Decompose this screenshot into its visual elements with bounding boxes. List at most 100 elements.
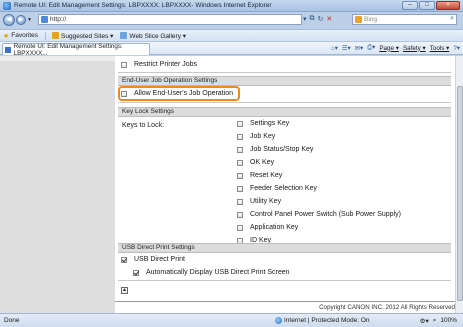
key-label: Job Status/Stop Key [250,146,314,153]
scrollbar-thumb[interactable] [457,86,463,301]
status-text: Done [4,317,20,324]
list-item: Control Panel Power Switch (Sub Power Su… [237,211,401,218]
list-item: Settings Key [237,120,289,127]
safety-menu[interactable]: Safety ▾ [403,45,426,52]
end-user-section-header: End-User Job Operation Settings [118,76,451,86]
page-menu[interactable]: Page ▾ [379,45,399,52]
home-icon[interactable]: ⌂▾ [331,45,338,52]
close-button[interactable]: × [436,1,460,10]
ok-key-checkbox[interactable] [237,159,243,166]
list-item: Utility Key [237,198,281,205]
command-bar: ⌂▾ ☰▾ ✉▾ ⎙▾ Page ▾ Safety ▾ Tools ▾ ?▾ [331,44,460,52]
address-dropdown-icon[interactable]: ▾ [303,15,307,23]
list-item: OK Key [237,159,274,166]
help-icon[interactable]: ?▾ [453,45,460,52]
suggested-sites-link[interactable]: Suggested Sites ▾ [49,32,113,40]
list-item: Job Status/Stop Key [237,146,313,153]
list-item: Feeder Selection Key [237,185,317,192]
feeder-selection-key-checkbox[interactable] [237,185,243,192]
copyright-text: Copyright CANON INC. 2012 All Rights Res… [319,304,455,311]
auto-display-usb-checkbox[interactable] [133,269,139,276]
globe-icon [275,317,282,324]
feeds-icon[interactable]: ☰▾ [342,45,351,52]
favorites-label: Favorites [11,32,39,39]
tab-bar: Remote UI: Edit Management Settings: LBP… [0,41,463,57]
divider [45,31,47,40]
job-status-stop-key-checkbox[interactable] [237,146,243,153]
usb-direct-print-checkbox[interactable] [121,256,127,263]
ie-icon [3,1,11,10]
auto-display-usb-row: Automatically Display USB Direct Print S… [133,269,290,276]
history-dropdown-icon[interactable]: ▼ [27,17,32,23]
key-label: Reset Key [250,172,283,179]
favorites-button[interactable]: Favorites [9,32,38,39]
usb-direct-print-row: USB Direct Print [121,256,185,263]
application-key-checkbox[interactable] [237,224,243,231]
settings-key-checkbox[interactable] [237,120,243,127]
key-label: OK Key [250,159,275,166]
divider [118,102,451,103]
search-input[interactable]: Bing [364,16,377,23]
key-label: Settings Key [250,120,290,127]
utility-key-checkbox[interactable] [237,198,243,205]
bing-icon [355,16,362,23]
restrict-printer-jobs-checkbox[interactable] [121,61,127,68]
compatibility-icon[interactable]: ⧉ [310,15,315,23]
footer-divider [115,301,455,302]
tab-remote-ui[interactable]: Remote UI: Edit Management Settings: LBP… [2,42,150,57]
search-icon[interactable]: ⌕ [433,317,437,325]
divider [118,72,451,73]
mail-icon[interactable]: ✉▾ [355,45,363,52]
list-item: Job Key [237,133,275,140]
list-item: Application Key [237,224,298,231]
gear-icon[interactable]: ⚙▾ [420,317,429,325]
page-icon [5,46,11,53]
web-slice-icon [120,32,128,39]
minimize-button[interactable]: – [402,1,418,10]
vertical-scrollbar[interactable] [455,56,463,313]
page-top-icon[interactable]: ▲ [121,287,128,294]
search-icon[interactable]: ⌕ [450,15,454,23]
control-panel-power-switch-checkbox[interactable] [237,211,243,218]
allow-end-user-checkbox[interactable] [121,90,127,97]
window-controls: – □ × [402,1,460,10]
allow-end-user-row: Allow End-User's Job Operation [121,90,233,97]
list-item: Reset Key [237,172,282,179]
left-nav-pane [0,56,115,313]
print-icon[interactable]: ⎙▾ [367,44,375,52]
window-title: Remote UI: Edit Management Settings: LBP… [14,2,272,9]
reset-key-checkbox[interactable] [237,172,243,179]
key-lock-section-header: Key Lock Settings [118,107,451,117]
keys-to-lock-label: Keys to Lock: [122,122,165,129]
auto-display-usb-label: Automatically Display USB Direct Print S… [146,269,290,276]
back-button[interactable]: ◀ [3,14,15,26]
tab-title: Remote UI: Edit Management Settings: LBP… [13,42,123,57]
stop-icon[interactable]: ✕ [326,15,332,23]
tools-menu[interactable]: Tools ▾ [430,45,450,52]
divider [118,280,451,281]
search-box[interactable]: Bing ⌕ [352,14,457,25]
suggested-sites-icon [52,32,60,39]
refresh-icon[interactable]: ↻ [318,15,324,23]
zoom-control[interactable]: ⚙▾ ⌕ 100% [420,317,457,325]
settings-panel: Restrict Printer Jobs End-User Job Opera… [115,56,455,313]
key-label: Job Key [250,133,276,140]
window-title-bar: Remote UI: Edit Management Settings: LBP… [0,0,463,12]
address-url[interactable]: http:// [50,16,66,23]
navigation-bar: ◀ ▶ ▼ http:// ▾ ⧉ ↻ ✕ Bing ⌕ [0,12,463,28]
usb-section-header: USB Direct Print Settings [118,243,451,253]
address-bar[interactable]: http:// [38,14,302,25]
web-slice-gallery-link[interactable]: Web Slice Gallery ▾ [117,32,186,40]
web-slice-gallery-label: Web Slice Gallery ▾ [129,32,187,40]
key-label: Feeder Selection Key [250,185,317,192]
key-label: Utility Key [250,198,282,205]
left-pane-strip [0,56,115,61]
maximize-button[interactable]: □ [419,1,435,10]
security-zone: Internet | Protected Mode: On [275,317,370,324]
status-bar: Done Internet | Protected Mode: On ⚙▾ ⌕ … [0,313,463,327]
key-label: Application Key [250,224,299,231]
forward-button[interactable]: ▶ [16,15,26,25]
zone-label: Internet | Protected Mode: On [284,317,370,324]
zoom-level[interactable]: 100% [440,317,457,324]
job-key-checkbox[interactable] [237,133,243,140]
